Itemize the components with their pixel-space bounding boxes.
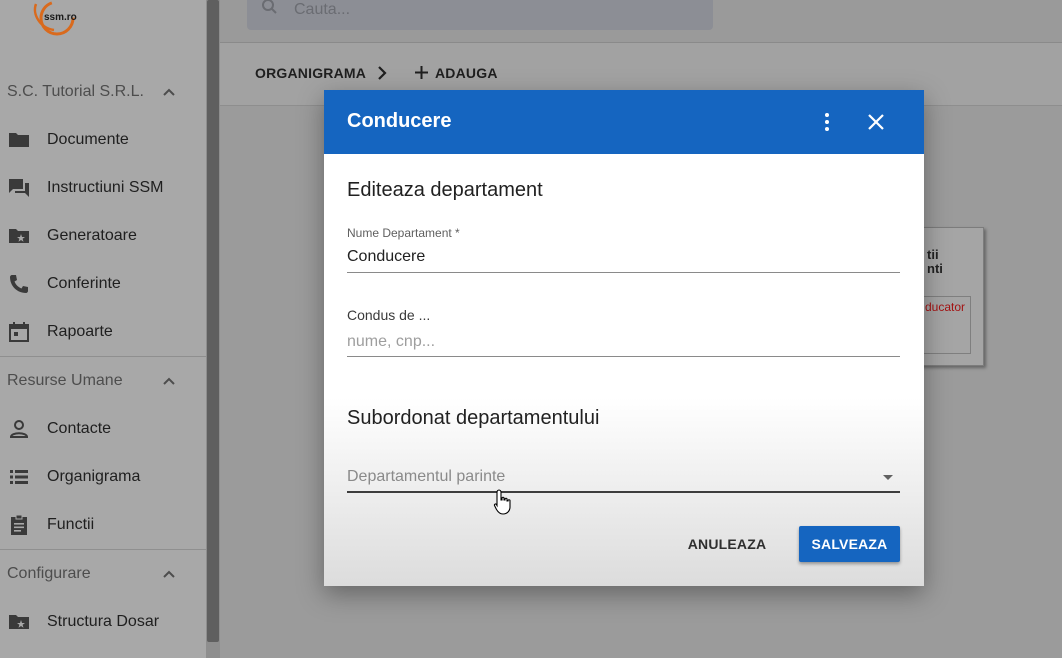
section-title: Resurse Umane [7, 372, 123, 389]
sidebar-item-label: Rapoarte [47, 323, 113, 340]
close-icon[interactable] [864, 110, 888, 134]
sidebar-item-organigrama[interactable]: Organigrama [0, 453, 206, 501]
section-header-resurse-umane[interactable]: Resurse Umane [0, 357, 206, 405]
section-header-company[interactable]: S.C. Tutorial S.R.L. [0, 68, 206, 116]
plus-icon [415, 66, 428, 79]
department-name-input[interactable]: Conducere [347, 248, 425, 266]
section-title-parent: Subordonat departamentului [347, 407, 600, 429]
person-icon [9, 420, 29, 438]
led-by-input[interactable] [347, 329, 900, 355]
sidebar-item-label: Organigrama [47, 468, 141, 485]
dropdown-arrow-icon[interactable] [882, 474, 894, 482]
breadcrumb-organigrama[interactable]: ORGANIGRAMA [255, 65, 366, 81]
node-title-line1: tii [927, 247, 939, 262]
led-by-underline [347, 356, 900, 357]
assignment-icon [11, 514, 27, 535]
sidebar-item-rapoarte[interactable]: Rapoarte [0, 308, 206, 356]
save-button[interactable]: SALVEAZA [799, 526, 900, 562]
section-header-configurare[interactable]: Configurare [0, 550, 206, 598]
chevron-right-icon [378, 66, 387, 80]
list-icon [10, 470, 28, 484]
sidebar-item-label: Documente [47, 131, 129, 148]
search-input[interactable]: Cauta... [294, 1, 350, 19]
sidebar: ssm.ro S.C. Tutorial S.R.L. Documente In… [0, 0, 206, 658]
chevron-up-icon [163, 377, 175, 385]
search-icon [262, 0, 277, 14]
led-by-label: Condus de ... [347, 307, 431, 323]
node-role: ducator [925, 300, 966, 314]
more-vert-icon[interactable] [815, 110, 839, 134]
edit-department-dialog: Conducere Editeaza departament Nume Depa… [324, 90, 924, 586]
forum-icon [9, 179, 29, 197]
logo-text: ssm.ro [44, 12, 77, 23]
node-title: tii nti [927, 248, 943, 276]
sidebar-item-structura-dosar[interactable]: Structura Dosar [0, 598, 206, 646]
parent-department-underline [347, 491, 900, 493]
folder-special-icon [9, 615, 29, 629]
sidebar-item-label: Functii [47, 516, 95, 533]
sidebar-item-label: Generatoare [47, 227, 137, 244]
sidebar-item-label: Conferinte [47, 275, 121, 292]
folder-special-icon [9, 229, 29, 243]
sidebar-item-label: Contacte [47, 420, 112, 437]
sidebar-item-generatoare[interactable]: Generatoare [0, 212, 206, 260]
sidebar-item-label: Instructiuni SSM [47, 179, 164, 196]
section-title: Configurare [7, 565, 91, 582]
phone-icon [10, 275, 28, 293]
sidebar-item-conferinte[interactable]: Conferinte [0, 260, 206, 308]
top-bar: Cauta... [220, 0, 1062, 43]
add-button[interactable]: ADAUGA [414, 63, 497, 83]
parent-department-select[interactable]: Departamentul parinte [347, 468, 505, 486]
folder-icon [9, 133, 29, 147]
node-title-line2: nti [927, 261, 943, 276]
department-name-underline [347, 272, 900, 273]
chevron-up-icon [163, 88, 175, 96]
sidebar-item-instructiuni-ssm[interactable]: Instructiuni SSM [0, 164, 206, 212]
section-title: S.C. Tutorial S.R.L. [7, 83, 144, 100]
sidebar-item-functii[interactable]: Functii [0, 501, 206, 549]
cancel-button[interactable]: ANULEAZA [682, 526, 772, 562]
dialog-title: Conducere [347, 110, 452, 132]
sidebar-item-label: Structura Dosar [47, 613, 160, 630]
dialog-header: Conducere [324, 90, 924, 154]
sidebar-scrollbar-thumb[interactable] [207, 0, 219, 642]
chevron-up-icon [163, 570, 175, 578]
section-title-edit: Editeaza departament [347, 179, 543, 201]
calendar-icon [9, 322, 29, 342]
sidebar-item-documente[interactable]: Documente [0, 116, 206, 164]
department-name-label: Nume Departament * [347, 226, 460, 240]
sidebar-item-contacte[interactable]: Contacte [0, 405, 206, 453]
search-box[interactable]: Cauta... [247, 0, 713, 30]
hand-cursor-icon [493, 489, 511, 515]
ssm-logo[interactable]: ssm.ro [30, 0, 80, 42]
add-button-label: ADAUGA [435, 65, 498, 81]
